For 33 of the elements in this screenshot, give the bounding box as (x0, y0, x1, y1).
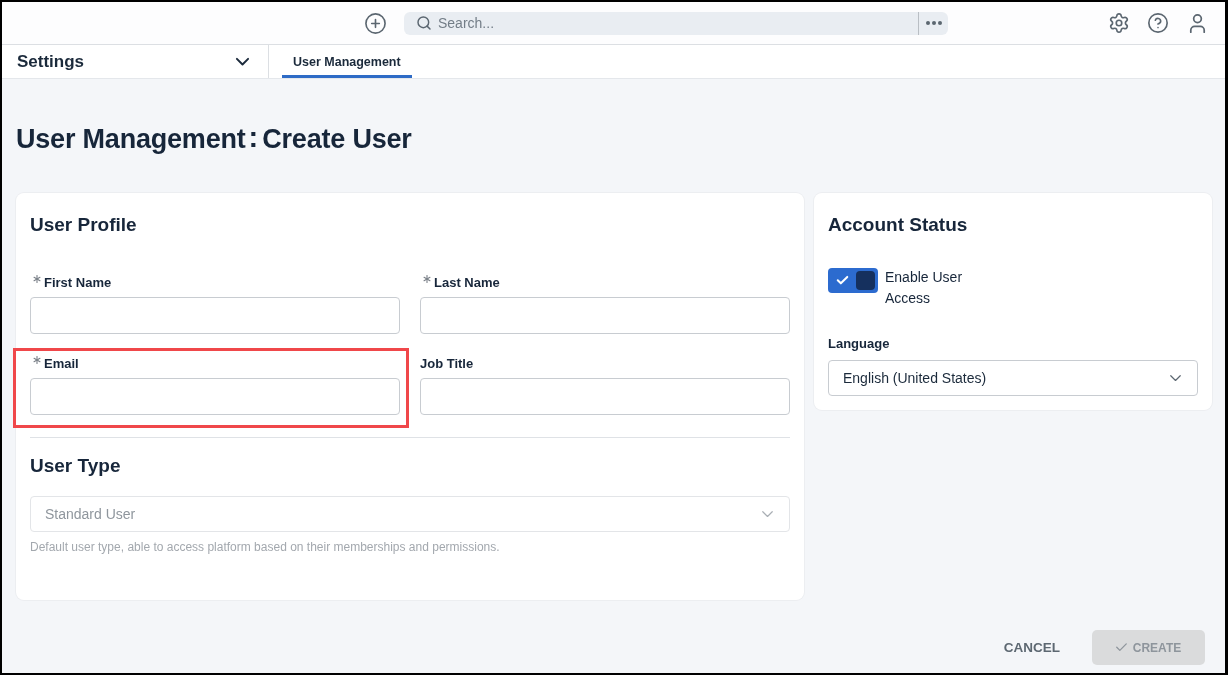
toggle-switch[interactable] (828, 268, 878, 293)
breadcrumb-parent: User Management (16, 123, 246, 155)
check-icon (837, 276, 848, 285)
input-field[interactable] (420, 378, 790, 415)
more-icon (925, 21, 942, 25)
chevron-down-icon (762, 510, 773, 518)
input-field[interactable] (30, 378, 400, 415)
search-icon (416, 15, 432, 31)
input-field[interactable] (30, 297, 400, 334)
input-field[interactable] (420, 297, 790, 334)
section-title: User Type (30, 454, 122, 478)
breadcrumb-separator: : (248, 120, 259, 154)
language-select[interactable]: English (United States) (828, 360, 1198, 396)
help-icon[interactable] (1147, 12, 1169, 34)
check-icon (1115, 643, 1127, 652)
field-label: Email (44, 355, 79, 371)
tab[interactable]: User Management (282, 45, 412, 78)
field-label: Language (828, 336, 891, 352)
chevron-down-icon (236, 57, 249, 66)
section-title: Account Status (828, 213, 969, 237)
section-title: User Profile (30, 213, 138, 237)
more-options-button[interactable] (918, 11, 948, 35)
section-dropdown[interactable]: Settings (2, 45, 269, 78)
cancel-button[interactable]: CANCEL (1003, 640, 1060, 655)
field-label: First Name (44, 274, 112, 290)
page-title: Create User (262, 123, 412, 155)
hint-text: Default user type, able to access platform based on their memberships and permissions. (30, 540, 501, 555)
field-label: Job Title (420, 355, 474, 371)
settings-icon[interactable] (1108, 12, 1130, 34)
toggle-label: Enable User Access (885, 268, 964, 308)
plus-circle-icon[interactable] (364, 11, 387, 35)
chevron-down-icon (1170, 374, 1181, 382)
field-label: Last Name (434, 274, 500, 290)
